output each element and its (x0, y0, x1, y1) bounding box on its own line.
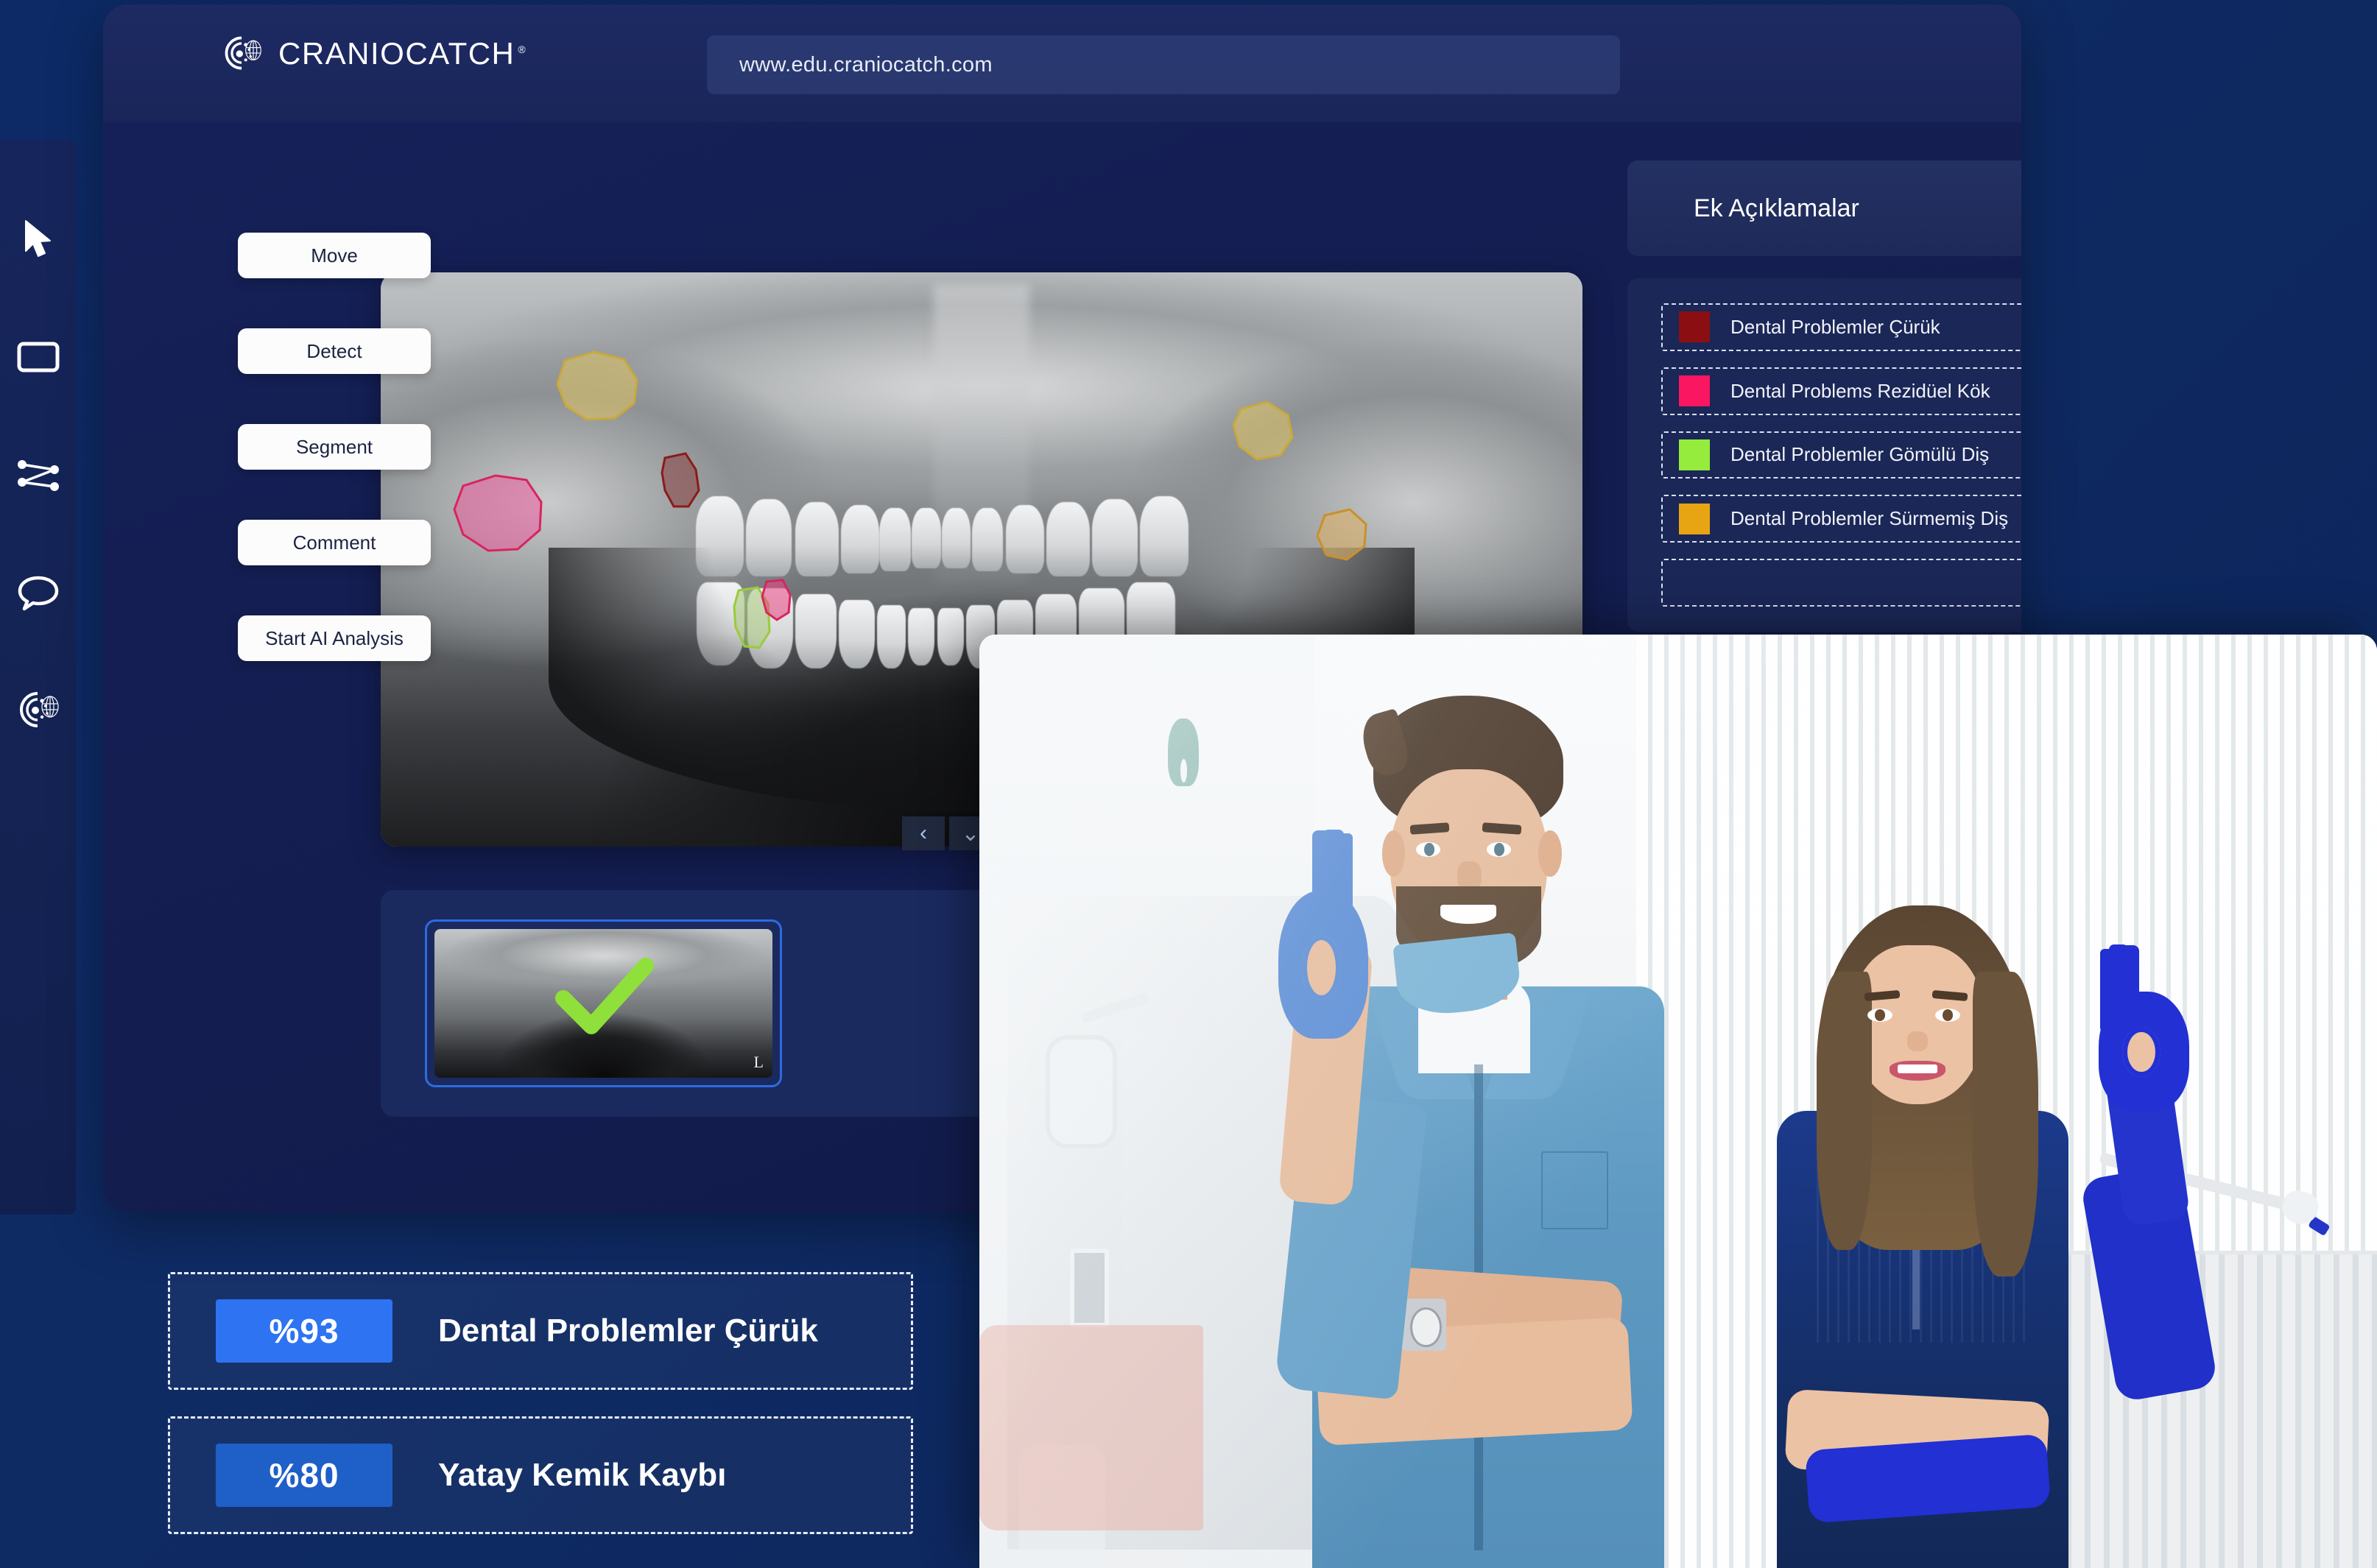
color-swatch (1679, 503, 1710, 534)
start-ai-analysis-button[interactable]: Start AI Analysis (238, 615, 431, 661)
registered-mark: ® (518, 43, 527, 55)
annotations-panel-title: Ek Açıklamalar (1627, 160, 2021, 256)
brand-name-text: CRANIOCATCH (278, 36, 515, 71)
left-icon-rail (0, 140, 76, 1215)
result-percent: %80 (269, 1456, 339, 1494)
patient-chair (979, 1325, 1203, 1531)
color-swatch (1679, 375, 1710, 407)
url-bar[interactable]: www.edu.craniocatch.com (707, 35, 1620, 94)
panoramic-xray-thumbnail: L (434, 929, 772, 1078)
move-button[interactable]: Move (238, 233, 431, 278)
result-row[interactable]: %93 Dental Problemler Çürük (168, 1272, 913, 1390)
female-assistant (1706, 905, 2219, 1568)
result-label: Dental Problemler Çürük (438, 1313, 818, 1349)
legend-item-unerupted-tooth[interactable]: Dental Problemler Sürmemiş Diş (1661, 495, 2021, 543)
annotations-legend-list: Dental Problemler Çürük Dental Problems … (1627, 278, 2021, 632)
analysis-results: %93 Dental Problemler Çürük %80 Yatay Ke… (168, 1272, 913, 1534)
legend-item-caries[interactable]: Dental Problemler Çürük (1661, 303, 2021, 351)
tool-button-group: Move Detect Segment Comment Start AI Ana… (238, 233, 431, 661)
result-label: Yatay Kemik Kaybı (438, 1457, 727, 1493)
dental-team-photo (979, 635, 2377, 1568)
legend-item-label: Dental Problemler Çürük (1730, 315, 1940, 338)
result-percent: %93 (269, 1312, 339, 1350)
craniocatch-logo-icon[interactable] (13, 685, 64, 736)
cursor-icon[interactable] (13, 213, 64, 265)
comment-bubble-icon[interactable] (13, 567, 64, 618)
annotation-impacted-tooth-upper-right (1232, 400, 1294, 461)
detect-button[interactable]: Detect (238, 328, 431, 374)
segment-button[interactable]: Segment (238, 424, 431, 470)
unit-monitor (1069, 1249, 1110, 1327)
chevron-left-icon[interactable]: ‹ (902, 816, 945, 850)
screenshot-stage: CRANIOCATCH ® www.edu.craniocatch.com Mov… (0, 0, 2377, 1568)
tooth-sign-decor (1168, 718, 1200, 787)
rectangle-icon[interactable] (13, 331, 64, 383)
craniocatch-logo-icon (225, 36, 261, 70)
app-header: CRANIOCATCH ® www.edu.craniocatch.com (103, 4, 2021, 122)
legend-item-partial[interactable] (1661, 559, 2021, 607)
legend-item-label: Dental Problemler Gömülü Diş (1730, 443, 1990, 466)
comment-button[interactable]: Comment (238, 520, 431, 565)
thumbnail-panel: L (381, 890, 1080, 1117)
legend-item-impacted-tooth[interactable]: Dental Problemler Gömülü Diş (1661, 431, 2021, 479)
legend-item-label: Dental Problems Rezidüel Kök (1730, 379, 1990, 402)
status-badge: %93 (216, 1299, 392, 1363)
wristwatch (1401, 1299, 1446, 1352)
status-badge: %80 (216, 1444, 392, 1507)
orientation-marker: L (753, 1053, 764, 1071)
color-swatch (1679, 439, 1710, 470)
polyline-icon[interactable] (13, 449, 64, 501)
legend-item-label: Dental Problemler Sürmemiş Diş (1730, 507, 2009, 530)
annotation-residual-root-left (453, 474, 543, 552)
brand[interactable]: CRANIOCATCH ® (221, 32, 527, 75)
color-swatch (1679, 311, 1710, 343)
annotations-panel-title-text: Ek Açıklamalar (1694, 194, 1859, 222)
male-dentist (1217, 699, 1776, 1568)
result-row[interactable]: %80 Yatay Kemik Kaybı (168, 1416, 913, 1534)
dental-lamp (1050, 1039, 1113, 1145)
lamp-arm (1080, 992, 1151, 1024)
annotation-caries-right (1316, 508, 1367, 561)
brand-name: CRANIOCATCH ® (278, 36, 527, 71)
green-check-icon (554, 957, 654, 1034)
legend-item-residual-root[interactable]: Dental Problems Rezidüel Kök (1661, 367, 2021, 415)
list-item[interactable]: L (425, 919, 782, 1087)
annotation-caries-upper-left (661, 452, 700, 508)
url-text: www.edu.craniocatch.com (739, 52, 993, 77)
ok-gesture-glove (2098, 991, 2189, 1111)
annotation-impacted-tooth-upper-left (556, 350, 638, 421)
